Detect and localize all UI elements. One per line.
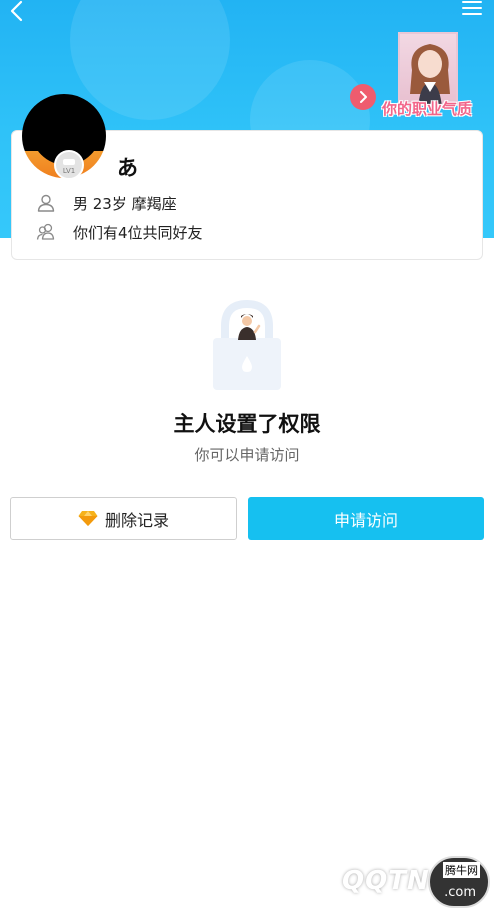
mutual-friends-row[interactable]: 你们有4位共同好友	[36, 222, 203, 242]
request-access-button[interactable]: 申请访问	[248, 497, 484, 540]
watermark-suffix: .com	[444, 885, 476, 900]
ad-character-image	[398, 32, 458, 106]
friends-icon	[36, 223, 55, 240]
site-watermark: QQTN 腾牛网 .com	[284, 852, 494, 912]
ad-arrow-button[interactable]	[350, 84, 376, 110]
delete-record-button[interactable]: 删除记录	[10, 497, 237, 540]
watermark-site-name: 腾牛网	[443, 862, 480, 878]
chevron-left-icon	[10, 0, 23, 22]
chevron-right-icon	[360, 91, 367, 103]
lock-icon	[211, 299, 283, 392]
permission-subtitle: 你可以申请访问	[194, 446, 300, 464]
back-button[interactable]	[6, 0, 28, 22]
ad-text: 你的职业气质	[382, 100, 473, 118]
username: あ	[117, 156, 138, 180]
career-temperament-ad-banner[interactable]: 你的职业气质	[350, 32, 486, 124]
request-access-label: 申请访问	[333, 510, 398, 530]
basic-info-row: 男 23岁 摩羯座	[36, 193, 177, 213]
avatar[interactable]: LV1	[22, 94, 106, 180]
mutual-friends-text: 你们有4位共同好友	[73, 223, 203, 242]
basic-info-text: 男 23岁 摩羯座	[73, 194, 177, 213]
delete-record-label: 删除记录	[104, 510, 169, 530]
person-icon	[37, 194, 55, 212]
hamburger-menu-icon[interactable]	[462, 1, 482, 17]
level-badge: LV1	[54, 150, 84, 180]
diamond-icon	[78, 511, 98, 526]
permission-title: 主人设置了权限	[173, 412, 321, 436]
watermark-logo-icon	[288, 860, 340, 904]
watermark-brand: QQTN	[342, 866, 430, 896]
